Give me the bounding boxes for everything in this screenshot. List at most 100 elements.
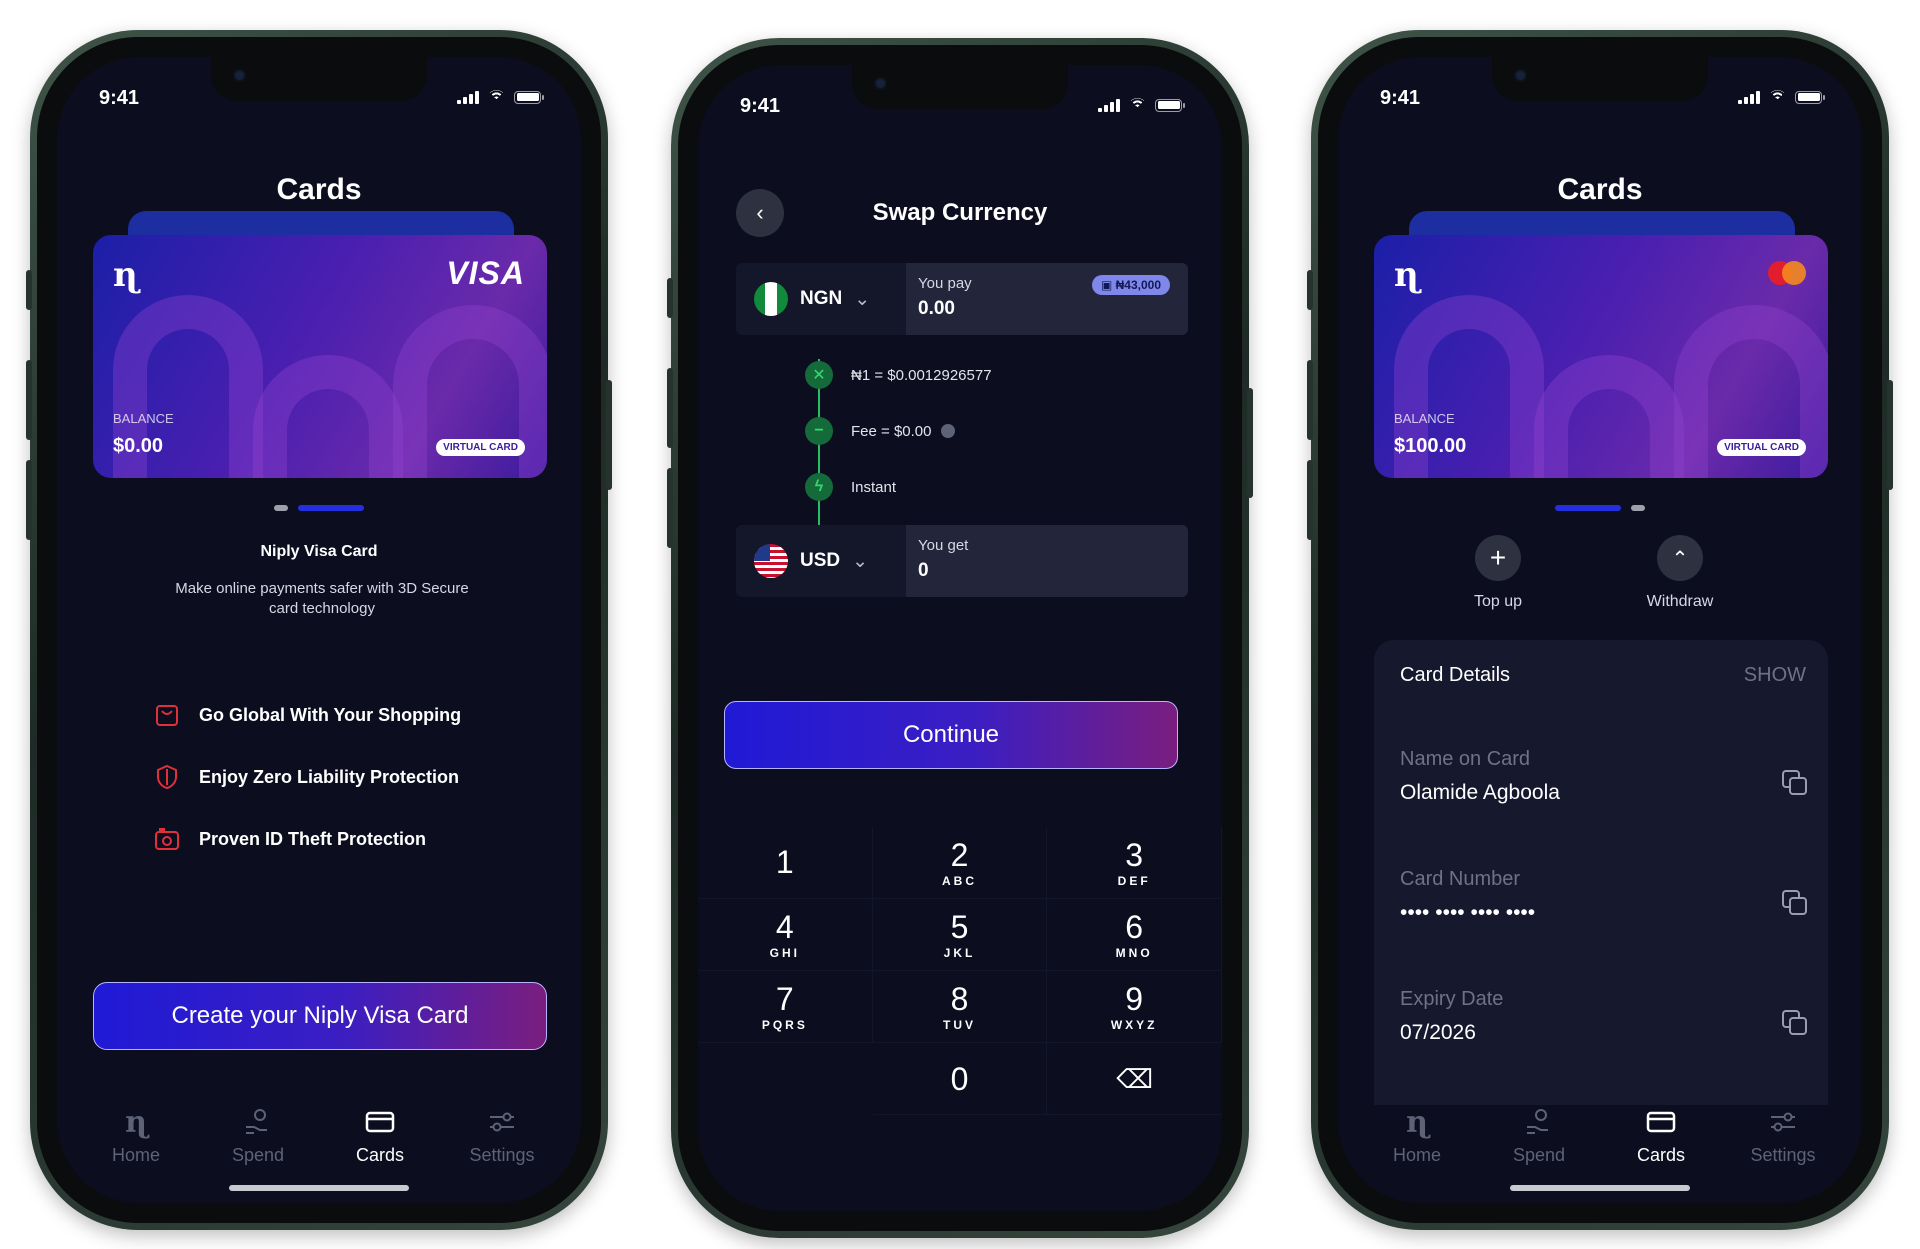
key-0[interactable]: 0: [872, 1043, 1048, 1115]
key-9[interactable]: 9 WXYZ: [1047, 971, 1222, 1043]
fee-text: Fee = $0.00: [851, 422, 932, 440]
key-7[interactable]: 7 PQRS: [698, 971, 873, 1043]
home-indicator[interactable]: [229, 1185, 409, 1191]
tab-spend[interactable]: Spend: [1479, 1105, 1599, 1166]
notch: [852, 65, 1068, 109]
key-letters: DEF: [1117, 873, 1151, 888]
lightning-icon: ϟ: [805, 473, 833, 501]
cross-icon: ✕: [805, 361, 833, 389]
tab-home[interactable]: ɳ Home: [1357, 1105, 1477, 1166]
balance-label: BALANCE: [1394, 411, 1455, 426]
tab-cards[interactable]: Cards: [320, 1105, 440, 1166]
pay-amount-field[interactable]: You pay 0.00 ▣ ₦43,000: [906, 263, 1188, 335]
notch: [1492, 57, 1708, 101]
key-1[interactable]: 1: [698, 827, 873, 899]
copy-icon[interactable]: [1782, 890, 1808, 916]
mute-switch: [26, 270, 32, 310]
copy-icon[interactable]: [1782, 1010, 1808, 1036]
signal-icon: [457, 90, 479, 104]
page-title: Swap Currency: [872, 199, 1048, 226]
tab-cards[interactable]: Cards: [1601, 1105, 1721, 1166]
fee-step: − Fee = $0.00: [805, 417, 956, 445]
key-6[interactable]: 6 MNO: [1047, 899, 1222, 971]
feature-item: Proven ID Theft Protection: [153, 825, 426, 853]
feature-item: Go Global With Your Shopping: [153, 701, 461, 729]
withdraw-button[interactable]: ⌃ Withdraw: [1620, 535, 1740, 611]
tab-home[interactable]: ɳ Home: [76, 1105, 196, 1166]
pay-currency-select[interactable]: NGN ⌄: [736, 263, 906, 335]
field-label: Expiry Date: [1400, 988, 1504, 1010]
balance-value: $0.00: [113, 435, 164, 457]
key-digit: 4: [775, 908, 794, 945]
wifi-icon: [1128, 98, 1147, 112]
rate-text: ₦1 = $0.0012926577: [851, 366, 992, 384]
volume-up-button: [667, 368, 673, 448]
id-camera-icon: [153, 825, 181, 853]
pay-currency-code: NGN: [800, 288, 843, 309]
rate-step: ✕ ₦1 = $0.0012926577: [805, 361, 992, 389]
tab-settings[interactable]: Settings: [1723, 1105, 1843, 1166]
spend-icon: [198, 1105, 318, 1139]
carousel-dots[interactable]: [57, 505, 581, 511]
tab-spend[interactable]: Spend: [198, 1105, 318, 1166]
tab-label: Spend: [1512, 1145, 1566, 1165]
card-number-field: Card Number •••• •••• •••• ••••: [1400, 868, 1810, 925]
get-currency-select[interactable]: USD ⌄: [736, 525, 906, 597]
battery-icon: [514, 90, 544, 104]
wallet-balance-badge[interactable]: ▣ ₦43,000: [1091, 275, 1170, 295]
card-subtitle: Make online payments safer with 3D Secur…: [175, 580, 469, 617]
key-4[interactable]: 4 GHI: [698, 899, 873, 971]
key-digit: 8: [950, 980, 969, 1017]
plus-icon: +: [1475, 535, 1521, 581]
tab-label: Home: [111, 1145, 160, 1165]
visa-card[interactable]: ɳ VISA BALANCE $0.00 VIRTUAL CARD: [93, 235, 547, 478]
continue-button[interactable]: Continue: [724, 701, 1178, 769]
tab-label: Settings: [469, 1145, 535, 1165]
key-digit: 9: [1125, 980, 1144, 1017]
card-icon: [1601, 1105, 1721, 1139]
carousel-dot-active[interactable]: [298, 505, 364, 511]
carousel-dot[interactable]: [274, 505, 288, 511]
feature-label: Enjoy Zero Liability Protection: [199, 766, 460, 787]
carousel-dot[interactable]: [1631, 505, 1645, 511]
key-5[interactable]: 5 JKL: [872, 899, 1048, 971]
key-2[interactable]: 2 ABC: [872, 827, 1048, 899]
feature-label: Proven ID Theft Protection: [199, 828, 427, 849]
key-3[interactable]: 3 DEF: [1047, 827, 1222, 899]
status-icons: [1738, 90, 1825, 104]
signal-icon: [1738, 90, 1760, 104]
balance-value: $100.00: [1394, 435, 1467, 457]
power-button: [1247, 388, 1253, 498]
key-digit: 0: [950, 1060, 969, 1097]
withdraw-label: Withdraw: [1646, 593, 1714, 610]
home-icon: ɳ: [1406, 1104, 1428, 1140]
expiry-date-field: Expiry Date 07/2026: [1400, 988, 1810, 1045]
create-card-button[interactable]: Create your Niply Visa Card: [93, 982, 547, 1050]
key-letters: PQRS: [761, 1017, 808, 1032]
key-digit: 3: [1125, 836, 1144, 873]
page-title: Cards: [276, 173, 362, 206]
camera: [1514, 69, 1527, 82]
field-value: 07/2026: [1400, 1021, 1476, 1044]
carousel-dot-active[interactable]: [1555, 505, 1621, 511]
card-pattern: [253, 355, 403, 478]
copy-icon[interactable]: [1782, 770, 1808, 796]
top-up-button[interactable]: + Top up: [1438, 535, 1558, 611]
tab-settings[interactable]: Settings: [442, 1105, 562, 1166]
field-label: Name on Card: [1400, 748, 1531, 770]
show-details-button[interactable]: SHOW: [1744, 664, 1806, 687]
field-value: Olamide Agboola: [1400, 781, 1560, 804]
backspace-key[interactable]: ⌫: [1047, 1043, 1222, 1115]
home-indicator[interactable]: [1510, 1185, 1690, 1191]
tab-bar: ɳ Home Spend Cards Settings: [57, 1105, 581, 1166]
carousel-dots[interactable]: [1338, 505, 1862, 511]
mastercard-card[interactable]: ɳ BALANCE $100.00 VIRTUAL CARD: [1374, 235, 1828, 478]
info-icon[interactable]: [941, 424, 956, 438]
key-letters: JKL: [943, 945, 976, 960]
feature-label: Go Global With Your Shopping: [199, 704, 462, 725]
top-up-label: Top up: [1473, 593, 1523, 610]
tab-label: Settings: [1750, 1145, 1816, 1165]
card-icon: [320, 1105, 440, 1139]
sliders-icon: [1723, 1105, 1843, 1139]
key-8[interactable]: 8 TUV: [872, 971, 1048, 1043]
